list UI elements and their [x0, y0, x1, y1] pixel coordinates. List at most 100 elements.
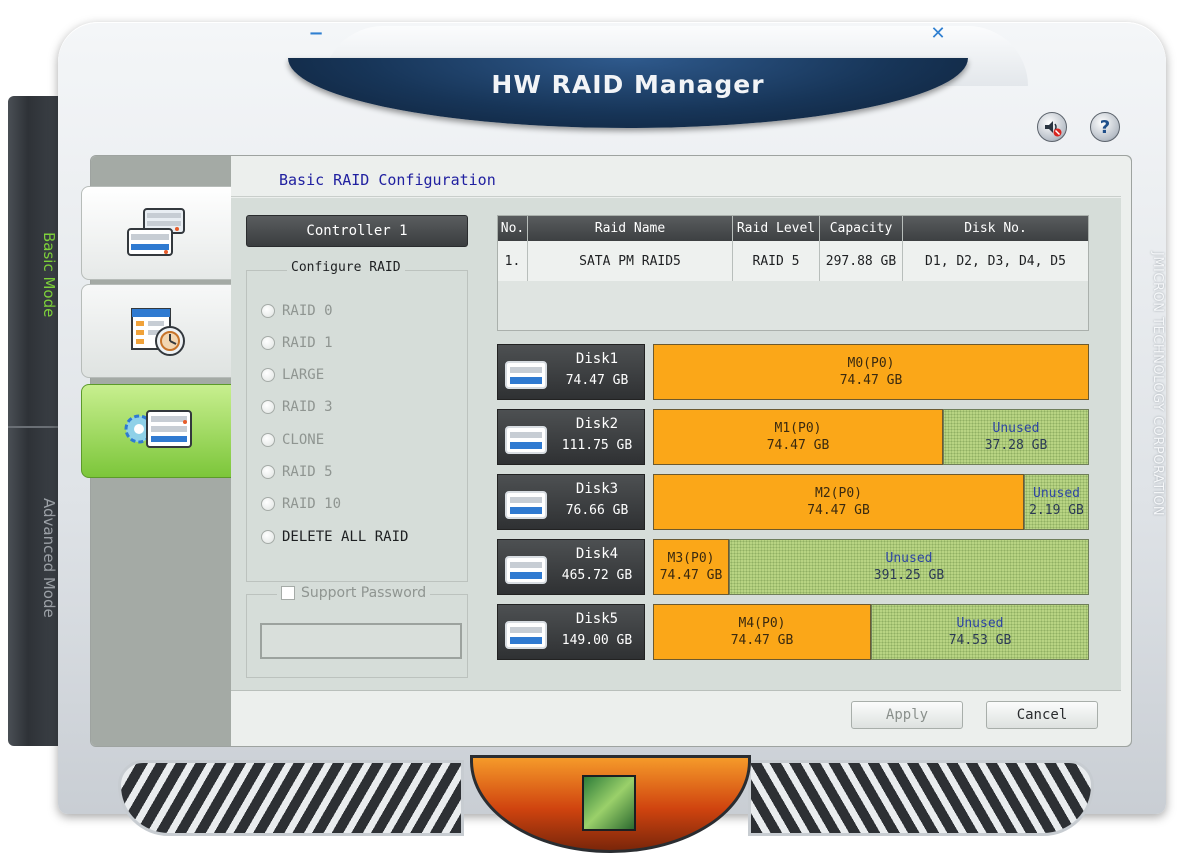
- radio-label: RAID 0: [282, 303, 333, 319]
- raid-member-segment[interactable]: M1(P0) 74.47 GB: [653, 409, 943, 465]
- raid-disks-icon: [127, 208, 185, 256]
- radio-button[interactable]: [261, 530, 275, 544]
- cancel-button[interactable]: Cancel: [986, 701, 1098, 729]
- disk-row: Disk2 111.75 GB M1(P0) 74.47 GB Unused 37.28 …: [497, 409, 1089, 465]
- minimize-icon: −: [308, 22, 324, 44]
- radio-button[interactable]: [261, 400, 275, 414]
- segment-size: 74.53 GB: [948, 633, 1012, 648]
- help-icon: ?: [1099, 116, 1111, 138]
- close-icon: ✕: [930, 22, 946, 44]
- radio-button[interactable]: [261, 368, 275, 382]
- unused-segment[interactable]: Unused 37.28 GB: [943, 409, 1089, 465]
- disk-row: Disk3 76.66 GB M2(P0) 74.47 GB Unused 2.19 GB: [497, 474, 1089, 530]
- radio-label: RAID 3: [282, 399, 333, 415]
- disk-info[interactable]: Disk4 465.72 GB: [497, 539, 645, 595]
- disk-row: Disk5 149.00 GB M4(P0) 74.47 GB Unused 74.53 …: [497, 604, 1089, 660]
- raid-schedule-icon: [131, 308, 185, 356]
- cell-no: 1.: [498, 241, 528, 281]
- segment-label: M0(P0): [847, 356, 895, 371]
- radio-raid10[interactable]: RAID 10: [261, 496, 341, 512]
- table-header: No. Raid Name Raid Level Capacity Disk N…: [498, 216, 1088, 241]
- segment-label: M2(P0): [815, 486, 862, 501]
- radio-label: DELETE ALL RAID: [282, 529, 409, 545]
- radio-button[interactable]: [261, 497, 275, 511]
- disk-size: 465.72 GB: [561, 568, 633, 583]
- cell-raid-level: RAID 5: [733, 241, 820, 281]
- col-raid-level: Raid Level: [733, 216, 820, 241]
- disk-usage-bar: M0(P0) 74.47 GB: [653, 344, 1089, 400]
- radio-raid3[interactable]: RAID 3: [261, 399, 333, 415]
- unused-segment[interactable]: Unused 2.19 GB: [1024, 474, 1089, 530]
- disk-name: Disk2: [575, 416, 619, 432]
- hard-disk-icon: [505, 426, 547, 454]
- main-panel: Basic RAID Configuration Controller 1 Co…: [81, 155, 1132, 747]
- segment-label: M4(P0): [738, 616, 786, 631]
- speaker-mute-icon: [1045, 121, 1062, 137]
- section-title: Basic RAID Configuration: [279, 171, 496, 189]
- segment-label: M1(P0): [774, 421, 822, 436]
- mode-divider: [8, 426, 58, 428]
- raid-member-segment[interactable]: M4(P0) 74.47 GB: [653, 604, 871, 660]
- hard-disk-icon: [505, 621, 547, 649]
- right-vent: [748, 760, 1094, 836]
- segment-size: 74.47 GB: [839, 373, 903, 388]
- disk-info[interactable]: Disk1 74.47 GB: [497, 344, 645, 400]
- support-password-label: Support Password: [301, 585, 427, 601]
- tab-column: [81, 156, 233, 746]
- col-raid-name: Raid Name: [528, 216, 733, 241]
- basic-mode-tab[interactable]: Basic Mode: [40, 232, 58, 317]
- left-vent: [118, 760, 464, 836]
- disk-info[interactable]: Disk2 111.75 GB: [497, 409, 645, 465]
- controller-selector[interactable]: Controller 1: [246, 215, 468, 247]
- config-area: Controller 1 Configure RAID RAID 0 RAID …: [231, 198, 1121, 691]
- disk-name: Disk5: [575, 611, 619, 627]
- content-area: Basic RAID Configuration Controller 1 Co…: [231, 156, 1131, 746]
- raid-settings-icon: [124, 410, 192, 448]
- disk-usage-bar: M2(P0) 74.47 GB Unused 2.19 GB: [653, 474, 1089, 530]
- disk-info[interactable]: Disk5 149.00 GB: [497, 604, 645, 660]
- radio-label: LARGE: [282, 367, 325, 383]
- chip-icon[interactable]: [582, 775, 636, 831]
- advanced-mode-tab[interactable]: Advanced Mode: [40, 498, 58, 618]
- apply-button[interactable]: Apply: [851, 701, 963, 729]
- disk-usage-bar: M4(P0) 74.47 GB Unused 74.53 GB: [653, 604, 1089, 660]
- radio-button[interactable]: [261, 336, 275, 350]
- radio-button[interactable]: [261, 304, 275, 318]
- configure-raid-legend: Configure RAID: [287, 260, 405, 275]
- radio-button[interactable]: [261, 433, 275, 447]
- segment-size: 74.47 GB: [659, 568, 723, 583]
- raid-member-segment[interactable]: M3(P0) 74.47 GB: [653, 539, 729, 595]
- tab-raid-schedule[interactable]: [81, 284, 233, 378]
- table-row[interactable]: 1. SATA PM RAID5 RAID 5 297.88 GB D1, D2…: [498, 241, 1088, 281]
- radio-button[interactable]: [261, 465, 275, 479]
- unused-segment[interactable]: Unused 74.53 GB: [871, 604, 1089, 660]
- raid-member-segment[interactable]: M2(P0) 74.47 GB: [653, 474, 1024, 530]
- help-button[interactable]: ?: [1090, 112, 1120, 142]
- radio-raid0[interactable]: RAID 0: [261, 303, 333, 319]
- segment-label: Unused: [992, 421, 1040, 436]
- password-input[interactable]: [260, 623, 462, 659]
- hard-disk-icon: [505, 491, 547, 519]
- sound-button[interactable]: [1037, 112, 1067, 142]
- disk-row: Disk1 74.47 GB M0(P0) 74.47 GB: [497, 344, 1089, 400]
- radio-raid5[interactable]: RAID 5: [261, 464, 333, 480]
- radio-delete-all-raid[interactable]: DELETE ALL RAID: [261, 529, 408, 545]
- disk-name: Disk4: [575, 546, 619, 562]
- segment-size: 74.47 GB: [807, 503, 870, 518]
- hard-disk-icon: [505, 361, 547, 389]
- support-password-checkbox[interactable]: [281, 586, 295, 600]
- radio-clone[interactable]: CLONE: [261, 432, 324, 448]
- tab-raid-disks[interactable]: [81, 186, 233, 280]
- cell-disk-no: D1, D2, D3, D4, D5: [925, 253, 1066, 269]
- disk-size: 76.66 GB: [565, 503, 629, 518]
- tab-raid-settings[interactable]: [81, 384, 233, 478]
- radio-raid1[interactable]: RAID 1: [261, 335, 333, 351]
- hard-disk-icon: [505, 556, 547, 584]
- radio-label: RAID 5: [282, 464, 333, 480]
- unused-segment[interactable]: Unused 391.25 GB: [729, 539, 1089, 595]
- disk-info[interactable]: Disk3 76.66 GB: [497, 474, 645, 530]
- minimize-button[interactable]: −: [303, 22, 329, 44]
- radio-large[interactable]: LARGE: [261, 367, 324, 383]
- raid-member-segment[interactable]: M0(P0) 74.47 GB: [653, 344, 1089, 400]
- close-button[interactable]: ✕: [925, 22, 951, 44]
